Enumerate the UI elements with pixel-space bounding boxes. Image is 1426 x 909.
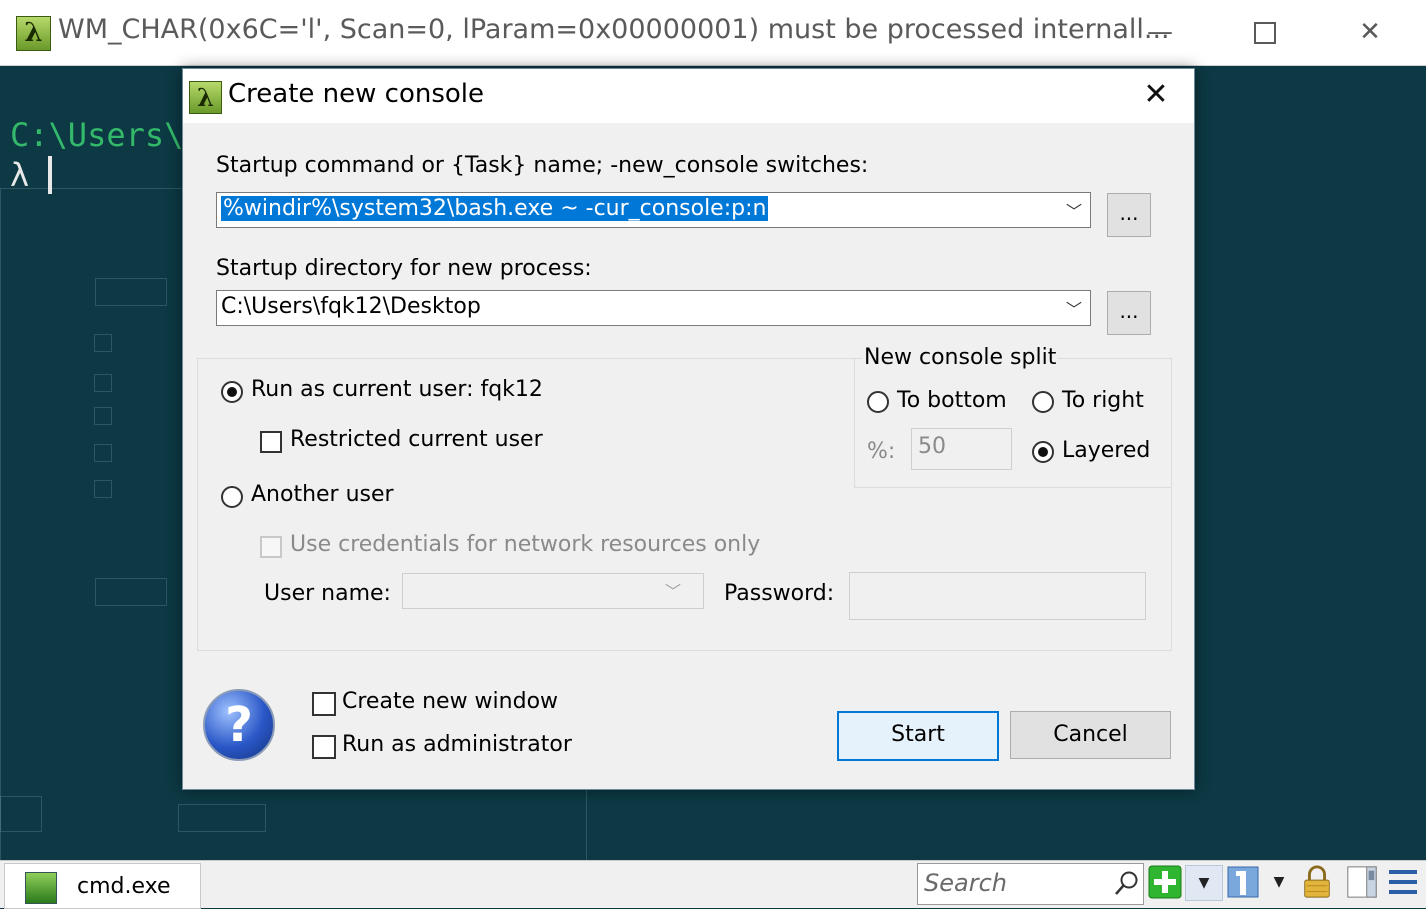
command-input[interactable]: %windir%\system32\bash.exe ~ -cur_consol…	[221, 196, 769, 221]
console-tab[interactable]: cmd.exe	[4, 863, 201, 909]
run-as-admin-checkbox[interactable]	[312, 735, 336, 759]
chevron-down-icon[interactable]: ﹀	[1066, 296, 1082, 320]
split-to-right-label[interactable]: To right	[1062, 388, 1144, 413]
create-new-window-label[interactable]: Create new window	[342, 689, 558, 714]
lambda-icon[interactable]: λ	[16, 16, 51, 51]
chevron-down-icon[interactable]: ﹀	[1066, 198, 1082, 222]
dialog-title: Create new console	[228, 79, 485, 109]
maximize-icon	[1254, 21, 1276, 44]
directory-input[interactable]: C:\Users\fqk12\Desktop	[221, 294, 481, 319]
window-titlebar: λ WM_CHAR(0x6C='l', Scan=0, lParam=0x000…	[0, 0, 1426, 66]
ghost-width-field	[95, 578, 167, 606]
console-tab-icon	[25, 872, 57, 904]
split-to-bottom-radio[interactable]	[867, 391, 889, 413]
create-console-dialog: λ Create new console ✕ Startup command o…	[182, 68, 1195, 790]
user-name-label: User name:	[264, 581, 391, 606]
dialog-close-button[interactable]: ✕	[1136, 75, 1176, 115]
create-new-window-checkbox[interactable]	[312, 692, 336, 716]
cancel-button[interactable]: Cancel	[1010, 711, 1171, 759]
network-credentials-checkbox[interactable]	[260, 536, 282, 558]
run-as-admin-label[interactable]: Run as administrator	[342, 732, 572, 757]
ghost-checkbox	[94, 407, 112, 425]
split-to-bottom-label[interactable]: To bottom	[897, 388, 1007, 413]
minimize-button[interactable]: —	[1108, 0, 1212, 65]
terminal-path: C:\Users\	[10, 116, 184, 154]
dialog-titlebar: λ Create new console ✕	[183, 69, 1194, 123]
user-name-combobox[interactable]: ﹀	[402, 573, 704, 609]
directory-combobox[interactable]: C:\Users\fqk12\Desktop ﹀	[216, 290, 1091, 326]
new-console-icon[interactable]	[1148, 865, 1182, 899]
status-bar: cmd.exe Search ▼ ▼	[0, 860, 1426, 909]
directory-label: Startup directory for new process:	[216, 256, 592, 281]
restricted-user-checkbox[interactable]	[260, 431, 282, 453]
ghost-checkbox	[94, 444, 112, 462]
ghost-size-field	[95, 278, 167, 306]
split-percent-label: %:	[867, 439, 896, 464]
console-split-label: New console split	[862, 345, 1059, 370]
password-field[interactable]	[849, 572, 1146, 620]
command-value-selected: %windir%\system32\bash.exe ~ -cur_consol…	[221, 196, 769, 221]
close-button[interactable]: ✕	[1318, 0, 1422, 65]
chevron-down-icon[interactable]: ▼	[1264, 865, 1294, 899]
another-user-radio[interactable]	[221, 486, 243, 508]
ghost-button	[0, 796, 42, 832]
split-percent-field[interactable]: 50	[911, 428, 1012, 470]
command-browse-button[interactable]: ...	[1107, 193, 1151, 237]
ghost-checkbox	[94, 334, 112, 352]
split-layered-label[interactable]: Layered	[1062, 438, 1150, 463]
terminal-prompt: λ	[10, 156, 30, 194]
window-list-icon[interactable]	[1226, 865, 1260, 899]
lock-icon[interactable]	[1300, 865, 1334, 899]
maximize-button[interactable]	[1213, 0, 1317, 65]
scroll-icon[interactable]	[1345, 865, 1379, 899]
command-label: Startup command or {Task} name; -new_con…	[216, 153, 869, 178]
ghost-checkbox	[94, 374, 112, 392]
start-button[interactable]: Start	[837, 711, 999, 761]
search-placeholder: Search	[924, 869, 1007, 897]
console-tab-label: cmd.exe	[77, 874, 171, 899]
run-current-user-radio[interactable]	[221, 381, 243, 403]
menu-icon[interactable]	[1386, 865, 1420, 899]
another-user-label[interactable]: Another user	[251, 482, 394, 507]
split-layered-radio[interactable]	[1032, 441, 1054, 463]
password-label: Password:	[724, 581, 835, 606]
dropdown-arrow-icon[interactable]: ▼	[1185, 865, 1223, 901]
search-input[interactable]: Search	[917, 863, 1144, 905]
ghost-checkbox	[94, 480, 112, 498]
terminal-cursor	[48, 156, 52, 194]
restricted-user-label[interactable]: Restricted current user	[290, 427, 543, 452]
ghost-replace-field	[178, 804, 266, 832]
chevron-down-icon: ﹀	[665, 582, 682, 601]
split-percent-value: 50	[918, 434, 946, 459]
ghost-divider	[585, 786, 1185, 861]
network-credentials-label: Use credentials for network resources on…	[290, 532, 761, 557]
command-combobox[interactable]: %windir%\system32\bash.exe ~ -cur_consol…	[216, 192, 1091, 228]
window-title: WM_CHAR(0x6C='l', Scan=0, lParam=0x00000…	[58, 14, 1170, 45]
console-split-group	[854, 358, 1172, 488]
directory-browse-button[interactable]: ...	[1107, 291, 1151, 335]
run-current-user-label[interactable]: Run as current user: fqk12	[251, 377, 543, 402]
help-icon[interactable]: ?	[203, 689, 275, 761]
split-to-right-radio[interactable]	[1032, 391, 1054, 413]
search-icon[interactable]	[1114, 870, 1140, 898]
lambda-icon: λ	[189, 81, 222, 114]
